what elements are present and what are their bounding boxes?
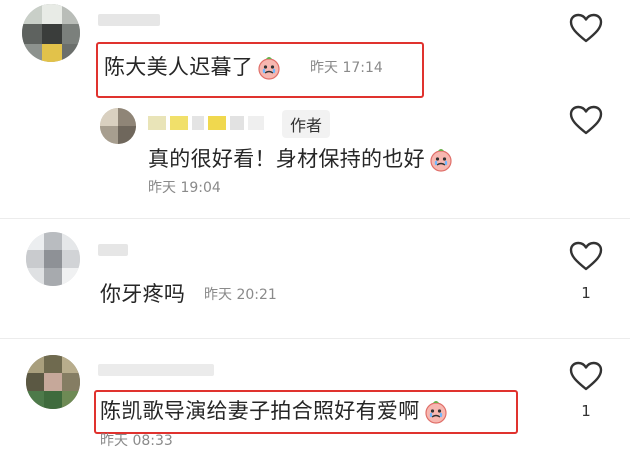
crying-face-icon (424, 401, 447, 424)
username-blurred[interactable] (98, 14, 160, 26)
heart-outline-icon[interactable] (568, 12, 604, 44)
comment-time: 昨天 19:04 (148, 180, 221, 196)
comment-time: 昨天 17:14 (310, 60, 383, 76)
comment-time: 昨天 20:21 (204, 287, 277, 303)
avatar[interactable] (26, 355, 80, 409)
avatar[interactable] (26, 232, 80, 286)
avatar[interactable] (22, 4, 80, 62)
username-blurred[interactable] (98, 364, 214, 376)
like-count: 1 (581, 284, 591, 302)
crying-face-icon (258, 57, 280, 80)
comment-text: 真的很好看！身材保持的也好 (148, 146, 453, 172)
comment-text: 陈大美人迟暮了 (104, 54, 281, 80)
crying-face-icon (430, 149, 452, 172)
username-blurred[interactable] (148, 116, 266, 130)
comment-text: 陈凯歌导演给妻子拍合照好有爱啊 (100, 398, 448, 424)
comment-time: 昨天 08:33 (100, 433, 173, 449)
avatar[interactable] (100, 108, 136, 144)
author-tag: 作者 (282, 110, 331, 138)
username-blurred[interactable] (98, 244, 128, 256)
heart-outline-icon[interactable] (568, 360, 604, 392)
heart-outline-icon[interactable] (568, 240, 604, 272)
like-count: 1 (581, 402, 591, 420)
divider (0, 218, 630, 219)
heart-outline-icon[interactable] (568, 104, 604, 136)
comment-text: 你牙疼吗 (100, 282, 186, 306)
divider (0, 338, 630, 339)
